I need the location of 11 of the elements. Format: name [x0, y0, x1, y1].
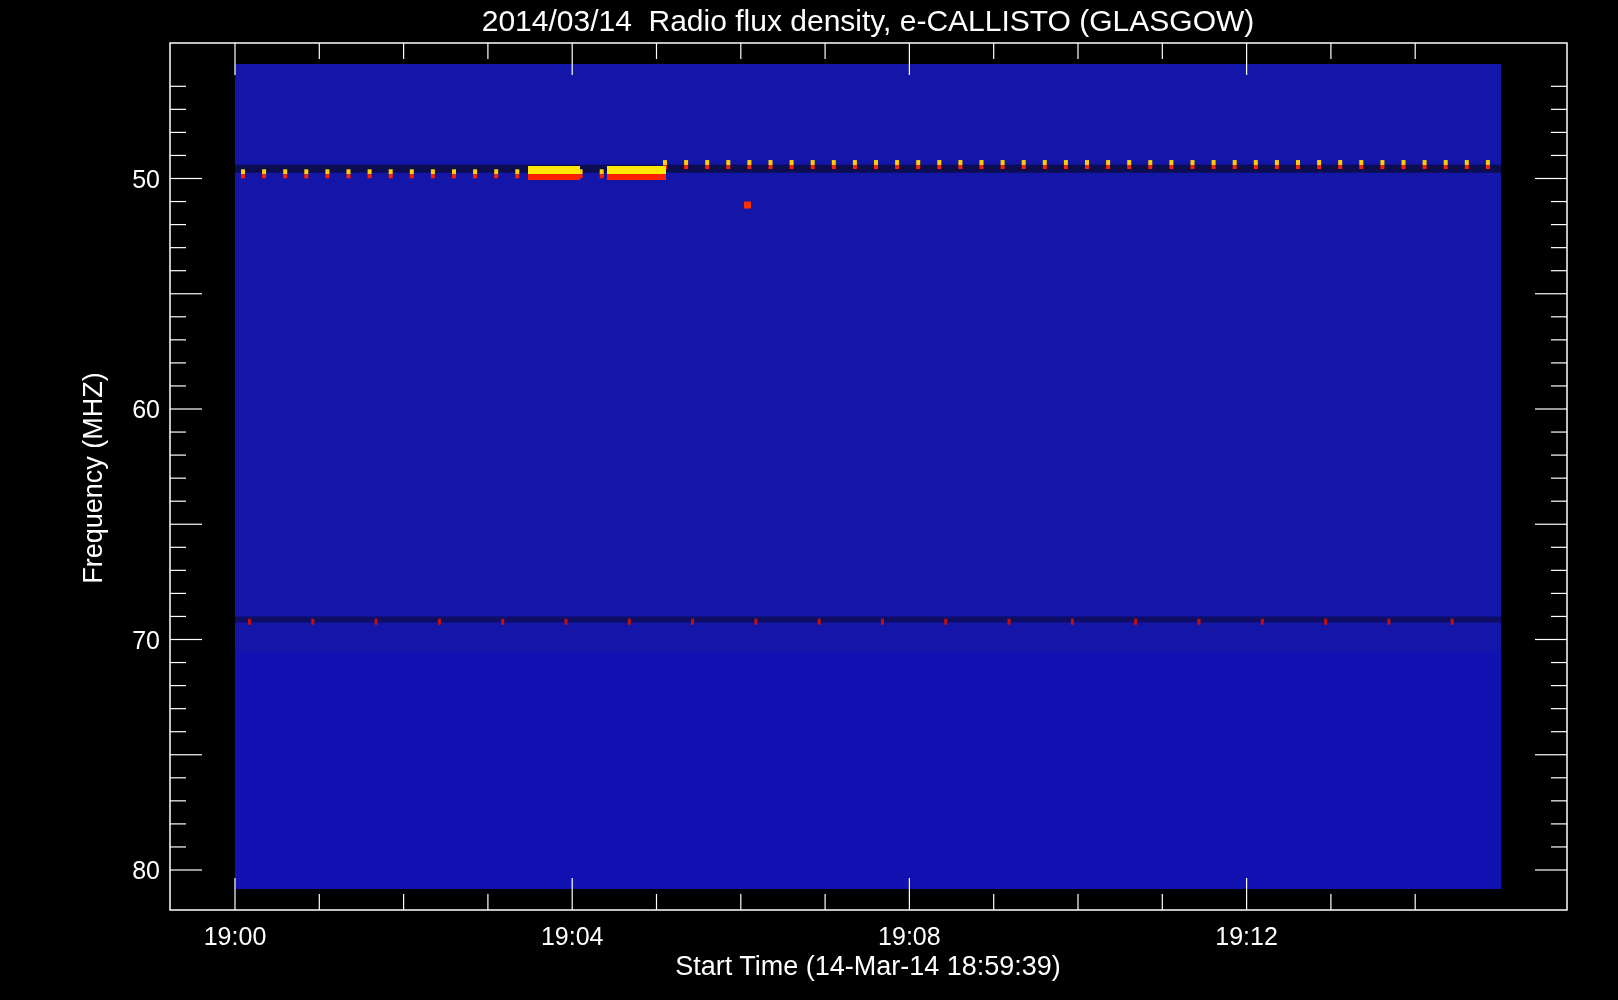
y-tick-label: 50 — [132, 164, 160, 193]
x-tick-label: 19:04 — [540, 922, 604, 950]
x-tick-label: 19:00 — [203, 922, 267, 950]
chart-title: 2014/03/14 Radio flux density, e-CALLISTO (GLASGOW) — [481, 4, 1255, 37]
x-axis-label: Start Time (14-Mar-14 18:59:39) — [675, 951, 1061, 981]
y-tick-label: 70 — [132, 625, 160, 654]
y-tick-label: 60 — [132, 395, 160, 423]
y-tick-label: 80 — [132, 856, 160, 884]
y-axis-label: Frequency (MHZ) — [78, 372, 108, 584]
x-tick-label: 19:12 — [1215, 922, 1278, 950]
x-tick-label: 19:08 — [878, 922, 941, 950]
